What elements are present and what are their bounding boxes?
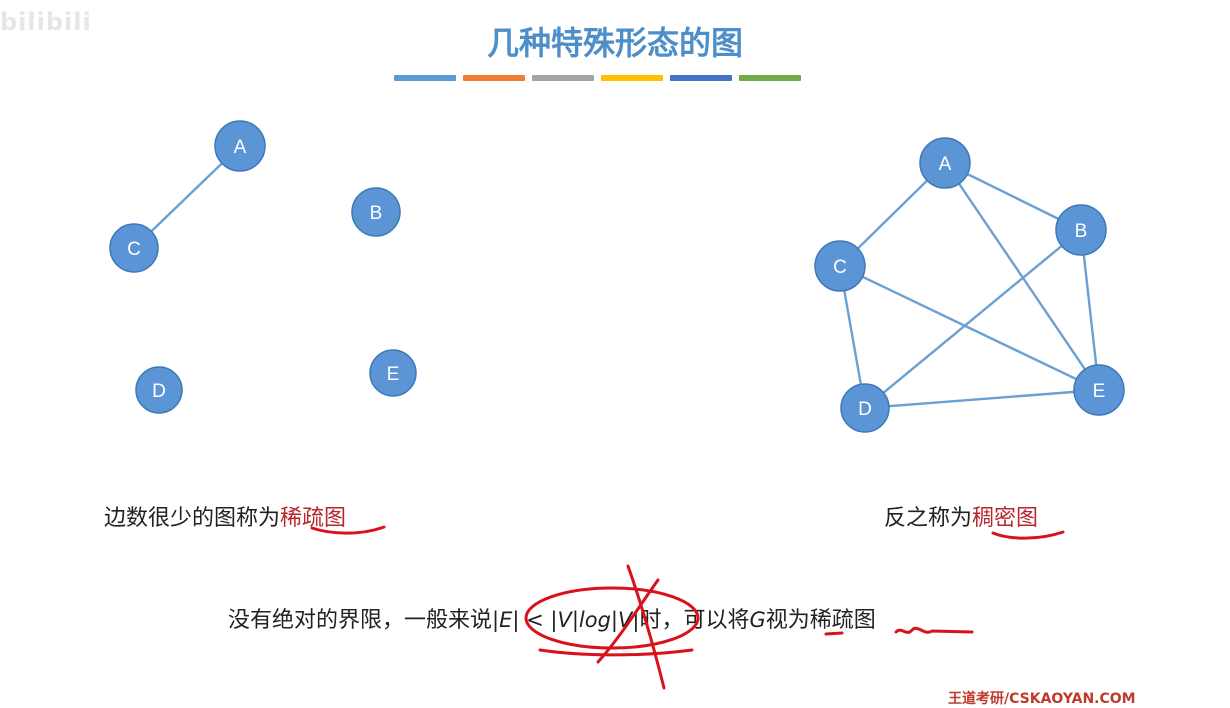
dense-node-label: C [833, 257, 847, 278]
sparse-caption-prefix: 边数很少的图称为 [104, 506, 281, 531]
dense-node-C: C [814, 240, 866, 292]
sparse-node-B: B [351, 187, 401, 237]
graph-symbol: G [749, 608, 766, 632]
footer-watermark: 王道考研/CSKAOYAN.COM [948, 691, 1136, 707]
statement-term: 稀疏图 [809, 608, 876, 633]
dense-node-label: A [939, 154, 952, 175]
sparse-node-A: A [214, 120, 266, 172]
sparse-node-label: A [234, 137, 247, 158]
sparse-node-label: D [152, 381, 166, 402]
dense-node-A: A [919, 137, 971, 189]
dense-caption-prefix: 反之称为 [884, 506, 973, 531]
dense-edge-B-D [864, 229, 1082, 409]
sparse-node-label: C [127, 239, 141, 260]
sparse-node-C: C [109, 223, 159, 273]
dense-node-E: E [1073, 364, 1125, 416]
sparse-threshold-statement: 没有绝对的界限，一般来说|E| < |V|log|V|时，可以将G视为稀疏图 [228, 602, 876, 634]
dense-node-label: B [1075, 221, 1088, 242]
dense-node-B: B [1055, 204, 1107, 256]
dense-node-D: D [840, 383, 890, 433]
sparse-node-D: D [135, 366, 183, 414]
dense-edge-D-E [864, 388, 1100, 410]
sparse-graph-nodes: A B C D E [109, 120, 417, 414]
dense-caption: 反之称为稠密图 [884, 500, 1038, 532]
edge-count-formula: |E| < |V|log|V| [492, 608, 640, 632]
statement-prefix: 没有绝对的界限，一般来说 [228, 608, 493, 633]
sparse-node-label: B [370, 203, 383, 224]
dense-node-label: E [1093, 381, 1106, 402]
sparse-node-E: E [369, 349, 417, 397]
sparse-node-label: E [387, 364, 400, 385]
statement-suffix-1: 时，可以将 [639, 608, 750, 633]
sparse-term: 稀疏图 [280, 506, 347, 531]
dense-graph-nodes: A B C D E [814, 137, 1125, 433]
dense-graph-edges [838, 161, 1101, 410]
dense-node-label: D [858, 399, 872, 420]
graph-diagrams: A B C D E A B C D E [109, 120, 1125, 433]
dense-edge-A-E [944, 162, 1100, 391]
dense-term: 稠密图 [972, 506, 1039, 531]
statement-suffix-2: 视为 [765, 608, 810, 633]
dense-edge-C-E [839, 264, 1100, 392]
sparse-caption: 边数很少的图称为稀疏图 [104, 500, 346, 532]
